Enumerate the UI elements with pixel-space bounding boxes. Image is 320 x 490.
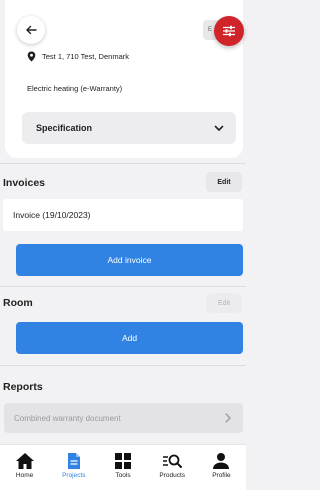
home-icon xyxy=(15,453,34,469)
nav-label: Home xyxy=(15,472,34,479)
document-icon xyxy=(67,453,80,469)
project-card: E Test 1, 710 Test, Denmark Electric hea… xyxy=(5,0,243,158)
invoices-title: Invoices xyxy=(3,177,46,189)
invoices-edit-button[interactable]: Edit xyxy=(206,172,242,192)
back-button[interactable] xyxy=(17,16,45,44)
room-edit-button[interactable]: Edit xyxy=(206,293,242,313)
chevron-down-icon xyxy=(214,125,224,131)
report-item-label: Combined warranty document xyxy=(14,413,121,423)
location-pin-icon xyxy=(27,51,36,62)
divider xyxy=(0,365,246,366)
nav-item-products[interactable]: Products xyxy=(148,445,197,490)
person-icon xyxy=(213,453,230,469)
nav-label: Tools xyxy=(115,472,131,479)
invoice-item[interactable]: Invoice (19/10/2023) xyxy=(3,199,243,231)
add-invoice-button[interactable]: Add invoice xyxy=(16,244,243,276)
nav-item-tools[interactable]: Tools xyxy=(98,445,147,490)
product-name: Electric heating (e-Warranty) xyxy=(27,84,123,93)
specification-label: Specification xyxy=(36,123,93,133)
nav-label: Products xyxy=(159,472,186,479)
arrow-left-icon xyxy=(26,25,37,35)
address-row: Test 1, 710 Test, Denmark xyxy=(27,51,129,62)
filter-fab[interactable] xyxy=(214,16,244,46)
nav-item-profile[interactable]: Profile xyxy=(197,445,246,490)
add-room-button[interactable]: Add xyxy=(16,322,243,354)
chevron-right-icon xyxy=(225,413,231,423)
divider xyxy=(0,163,246,164)
bottom-navigation: Home Projects Tools Products Profile xyxy=(0,444,246,490)
divider xyxy=(0,286,246,287)
nav-label: Profile xyxy=(212,472,231,479)
search-list-icon xyxy=(163,454,183,468)
nav-label: Projects xyxy=(62,472,86,479)
specification-dropdown[interactable]: Specification xyxy=(22,112,236,144)
sliders-icon xyxy=(223,25,235,37)
grid-icon xyxy=(115,453,131,469)
report-item[interactable]: Combined warranty document xyxy=(4,403,243,433)
address-text: Test 1, 710 Test, Denmark xyxy=(42,52,129,61)
nav-item-home[interactable]: Home xyxy=(0,445,49,490)
reports-title: Reports xyxy=(3,381,43,393)
nav-item-projects[interactable]: Projects xyxy=(49,445,98,490)
room-title: Room xyxy=(3,297,33,309)
